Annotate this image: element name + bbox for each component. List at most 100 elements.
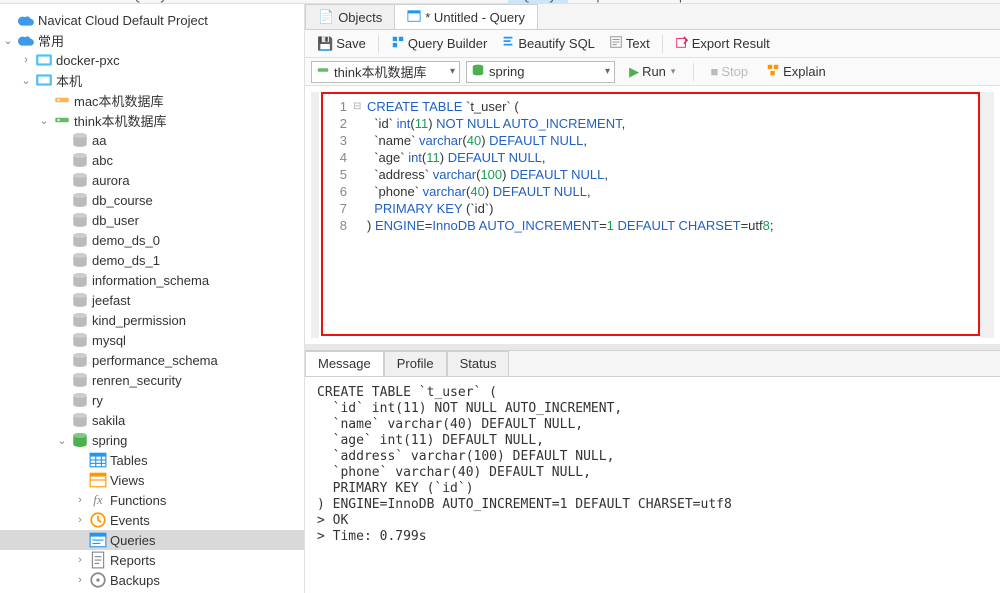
output-tab-message[interactable]: Message [305,351,384,376]
menu-backup[interactable]: Backup [631,0,698,4]
database-icon [71,171,89,189]
tree-db-aa[interactable]: aa [0,130,304,150]
tree-db-mysql[interactable]: mysql [0,330,304,350]
expand-icon[interactable]: › [74,554,86,566]
tab-untitled-query[interactable]: * Untitled - Query [394,4,538,29]
tree-cloud-project[interactable]: Navicat Cloud Default Project [0,10,304,30]
tree-views[interactable]: Views [0,470,304,490]
menu-model[interactable]: Model [788,0,847,4]
tree-thinkdb[interactable]: ⌄ think本机数据库 [0,110,304,130]
tree-label: spring [92,433,127,448]
menu-view[interactable]: View [274,0,326,4]
collapse-icon[interactable]: ⌄ [56,434,68,447]
connection-bar: think本机数据库 ▾ spring ▾ ▶ Run ▾ ■ Stop Exp… [305,58,1000,86]
tree-label: ry [92,393,103,408]
combo-value: spring [489,64,599,79]
tree-label: demo_ds_1 [92,253,160,268]
database-combo[interactable]: spring ▾ [466,61,615,83]
tree-db-db_user[interactable]: db_user [0,210,304,230]
tree-label: 本机 [56,71,82,90]
export-icon [675,35,689,52]
separator [378,35,379,53]
expand-icon[interactable]: › [74,494,86,506]
menu-connection[interactable]: Connection [0,0,90,4]
fold-marker[interactable] [353,115,363,132]
cloud-icon [17,11,35,29]
scrollbar[interactable] [980,92,994,338]
tree-db-ry[interactable]: ry [0,390,304,410]
output-pane: Message Profile Status CREATE TABLE `t_u… [305,350,1000,593]
line-number: 2 [327,115,347,132]
tree-events[interactable]: › Events [0,510,304,530]
database-icon [71,211,89,229]
tree-queries[interactable]: Queries [0,530,304,550]
tree-tables[interactable]: Tables [0,450,304,470]
fold-marker[interactable] [353,217,363,234]
database-icon [71,131,89,149]
fold-marker[interactable] [353,200,363,217]
query-builder-button[interactable]: Query Builder [385,32,493,55]
expand-icon[interactable]: › [74,514,86,526]
table-icon [89,451,107,469]
tab-objects[interactable]: 📄 Objects [305,4,395,29]
fold-marker[interactable] [353,183,363,200]
fold-marker[interactable] [353,132,363,149]
tree-label: Functions [110,493,166,508]
menu-report[interactable]: Report [568,0,631,4]
explain-button[interactable]: Explain [760,60,832,83]
sql-editor[interactable]: 1⊟CREATE TABLE `t_user` (2 `id` int(11) … [321,92,980,336]
menu-function[interactable]: Function [326,0,400,4]
connection-combo[interactable]: think本机数据库 ▾ [311,61,460,83]
view-icon [89,471,107,489]
tree-label: 常用 [38,31,64,50]
output-tab-status[interactable]: Status [447,351,510,376]
expand-icon[interactable]: › [74,574,86,586]
tree-db-aurora[interactable]: aurora [0,170,304,190]
beautify-button[interactable]: Beautify SQL [495,32,601,55]
tree-db-demo_ds_0[interactable]: demo_ds_0 [0,230,304,250]
tree-db-db_course[interactable]: db_course [0,190,304,210]
tree-spring[interactable]: ⌄ spring [0,430,304,450]
output-tab-profile[interactable]: Profile [384,351,447,376]
connection-icon [316,63,330,80]
tree-label: renren_security [92,373,182,388]
collapse-icon[interactable]: ⌄ [2,34,14,47]
collapse-icon[interactable]: ⌄ [38,114,50,127]
link-icon [35,71,53,89]
tree-label: db_user [92,213,139,228]
tree-backups[interactable]: › Backups [0,570,304,590]
fold-marker[interactable] [353,166,363,183]
tree-benji[interactable]: ⌄ 本机 [0,70,304,90]
collapse-icon[interactable]: ⌄ [20,74,32,87]
menu-automation[interactable]: Automation [698,0,788,4]
tree-changyong[interactable]: ⌄ 常用 [0,30,304,50]
dropdown-icon[interactable]: ▾ [671,66,676,77]
tree-db-renren_security[interactable]: renren_security [0,370,304,390]
expand-icon[interactable]: › [20,54,32,66]
tree-docker[interactable]: › docker-pxc [0,50,304,70]
run-button[interactable]: ▶ Run ▾ [621,61,683,83]
tree-db-sakila[interactable]: sakila [0,410,304,430]
menu-table[interactable]: Table [219,0,274,4]
tree-db-demo_ds_1[interactable]: demo_ds_1 [0,250,304,270]
tree-reports[interactable]: › Reports [0,550,304,570]
fold-marker[interactable] [353,149,363,166]
text-button[interactable]: Text [603,32,656,55]
tree-functions[interactable]: › fx Functions [0,490,304,510]
export-button[interactable]: Export Result [669,32,776,55]
fold-marker[interactable]: ⊟ [353,98,363,115]
btn-label: Stop [721,64,748,79]
tree-db-jeefast[interactable]: jeefast [0,290,304,310]
tree-db-abc[interactable]: abc [0,150,304,170]
tree-macdb[interactable]: mac本机数据库 [0,90,304,110]
menu-newquery[interactable]: New Query [90,0,179,4]
tree-db-performance_schema[interactable]: performance_schema [0,350,304,370]
save-button[interactable]: 💾Save [311,33,372,55]
btn-label: Text [626,36,650,51]
output-body[interactable]: CREATE TABLE `t_user` ( `id` int(11) NOT… [305,377,1000,593]
database-icon [71,331,89,349]
tree-db-kind_permission[interactable]: kind_permission [0,310,304,330]
tree-db-information_schema[interactable]: information_schema [0,270,304,290]
line-number: 3 [327,132,347,149]
save-icon: 💾 [317,36,333,52]
